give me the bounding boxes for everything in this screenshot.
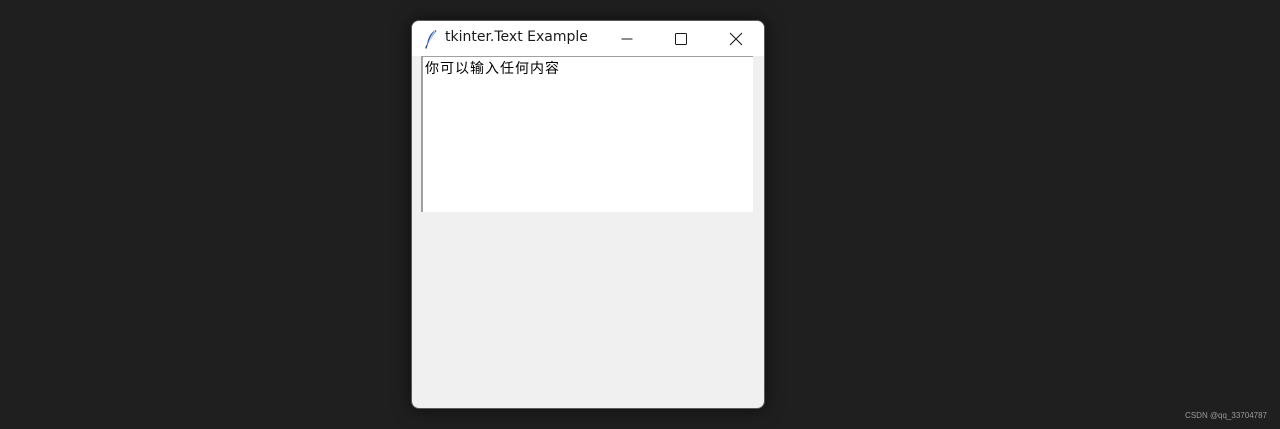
desktop: tkinter.Text Example 你可以输入任何内容 CSDN @qq_…	[0, 0, 1280, 429]
close-icon	[729, 32, 743, 45]
close-button[interactable]	[713, 21, 759, 56]
feather-icon	[425, 30, 437, 49]
watermark: CSDN @qq_33704787	[1185, 411, 1267, 420]
tk-window: tkinter.Text Example 你可以输入任何内容	[411, 20, 765, 409]
minimize-icon	[621, 38, 633, 39]
text-area-content: 你可以输入任何内容	[425, 61, 560, 77]
maximize-icon	[675, 32, 687, 45]
minimize-button[interactable]	[604, 21, 650, 56]
maximize-button[interactable]	[658, 21, 704, 56]
window-title: tkinter.Text Example	[445, 29, 588, 45]
text-area[interactable]: 你可以输入任何内容	[421, 56, 753, 212]
title-bar[interactable]: tkinter.Text Example	[412, 21, 764, 56]
